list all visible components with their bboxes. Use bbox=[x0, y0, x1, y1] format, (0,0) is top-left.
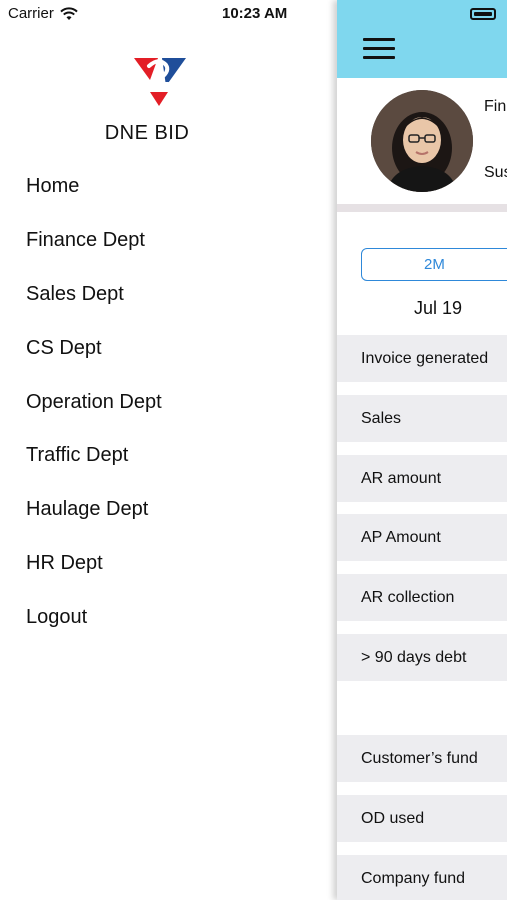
menu-item-haulage-dept[interactable]: Haulage Dept bbox=[26, 483, 162, 537]
avatar bbox=[371, 90, 473, 192]
side-menu: Home Finance Dept Sales Dept CS Dept Ope… bbox=[26, 160, 162, 644]
metric-row-sales[interactable]: Sales bbox=[337, 395, 507, 442]
period-date: Jul 19 bbox=[414, 298, 463, 318]
menu-item-home[interactable]: Home bbox=[26, 160, 162, 214]
metric-row-customers-fund[interactable]: Customer’s fund bbox=[337, 735, 507, 782]
main-panel: Fin Sus 2M Jul 19 Invoice generated Sale… bbox=[337, 0, 507, 900]
status-time: 10:23 AM bbox=[222, 5, 288, 22]
metric-row-company-fund[interactable]: Company fund bbox=[337, 855, 507, 900]
avatar-photo bbox=[371, 90, 473, 192]
period-segment-2m[interactable]: 2M bbox=[361, 248, 507, 281]
brand-name: DNE BID bbox=[104, 122, 190, 144]
metric-row-ap-amount[interactable]: AP Amount bbox=[337, 514, 507, 561]
hamburger-menu-icon[interactable] bbox=[363, 38, 395, 62]
header-bar bbox=[337, 0, 507, 78]
metric-row-invoice-generated[interactable]: Invoice generated bbox=[337, 335, 507, 382]
metric-row-ar-amount[interactable]: AR amount bbox=[337, 455, 507, 502]
profile-card: Fin Sus bbox=[337, 78, 507, 204]
menu-item-logout[interactable]: Logout bbox=[26, 590, 162, 644]
metric-row-od-used[interactable]: OD used bbox=[337, 795, 507, 842]
profile-subtitle: Sus bbox=[484, 164, 507, 181]
menu-item-cs-dept[interactable]: CS Dept bbox=[26, 321, 162, 375]
dne-logo bbox=[134, 58, 186, 106]
metric-row-90-days-debt[interactable]: > 90 days debt bbox=[337, 634, 507, 681]
profile-name: Fin bbox=[484, 98, 507, 115]
wifi-icon bbox=[60, 6, 78, 20]
status-carrier-group: Carrier bbox=[8, 5, 78, 22]
section-divider bbox=[337, 204, 507, 212]
menu-item-operation-dept[interactable]: Operation Dept bbox=[26, 375, 162, 429]
menu-item-finance-dept[interactable]: Finance Dept bbox=[26, 214, 162, 268]
menu-item-sales-dept[interactable]: Sales Dept bbox=[26, 268, 162, 322]
battery-icon bbox=[470, 8, 496, 20]
menu-item-traffic-dept[interactable]: Traffic Dept bbox=[26, 429, 162, 483]
carrier-label: Carrier bbox=[8, 5, 54, 22]
metric-row-ar-collection[interactable]: AR collection bbox=[337, 574, 507, 621]
menu-item-hr-dept[interactable]: HR Dept bbox=[26, 537, 162, 591]
dashboard-content: 2M Jul 19 Invoice generated Sales AR amo… bbox=[337, 212, 507, 900]
